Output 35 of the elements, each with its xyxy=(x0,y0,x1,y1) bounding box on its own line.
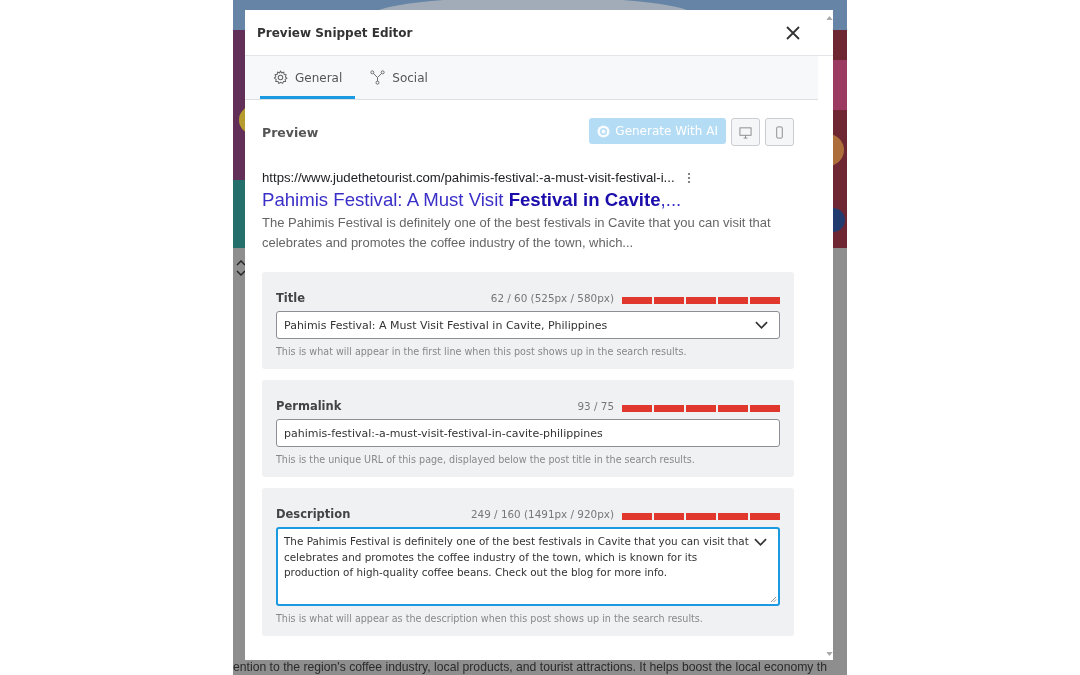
more-icon[interactable] xyxy=(686,171,691,184)
article-text: ention to the region's coffee industry, local products, and tourist attractions. It helps boost the local economy th xyxy=(233,660,827,674)
scroll-down-icon[interactable] xyxy=(825,652,833,656)
snippet-title[interactable]: Pahimis Festival: A Must Visit Festival in Cavite,... xyxy=(262,189,794,211)
close-icon[interactable] xyxy=(785,24,801,41)
snippet-description: The Pahimis Festival is definitely one of the best festivals in Cavite that you can visit that celebrates and promotes the coffee industry of the town, which... xyxy=(262,214,772,252)
title-field[interactable]: Pahimis Festival: A Must Visit Festival in Cavite, Philippines xyxy=(276,311,780,339)
snippet-url: https://www.judethetourist.com/pahimis-festival:-a-must-visit-festival-i... xyxy=(262,170,675,185)
section-heading: Preview xyxy=(262,124,319,140)
mobile-view-button[interactable] xyxy=(765,118,794,146)
ai-icon xyxy=(597,124,611,138)
character-count: 249 / 160 (1491px / 920px) xyxy=(470,508,614,520)
help-text: This is the unique URL of this page, displayed below the post title in the search results. xyxy=(276,454,696,465)
tab[interactable]: General xyxy=(260,56,356,99)
field-label: Permalink xyxy=(276,399,343,413)
field-label: Title xyxy=(276,291,307,305)
help-text: This is what will appear in the first line when this post shows up in the search results. xyxy=(276,346,688,357)
monitor-icon xyxy=(739,125,752,139)
chevron-up-down-icon[interactable] xyxy=(236,258,246,278)
character-count: 93 / 75 xyxy=(577,400,614,412)
branch-icon xyxy=(370,70,386,85)
chevron-down-icon[interactable] xyxy=(755,321,768,329)
character-count: 62 / 60 (525px / 580px) xyxy=(490,292,614,304)
scroll-up-icon[interactable] xyxy=(825,16,833,20)
help-text: This is what will appear as the description when this post shows up in the search results. xyxy=(276,613,704,624)
phone-icon xyxy=(773,125,786,139)
gear-icon xyxy=(273,70,288,85)
field-label: Description xyxy=(276,507,352,521)
dialog-title: Preview Snippet Editor xyxy=(257,25,413,40)
tab[interactable]: Social xyxy=(357,56,441,99)
desktop-view-button[interactable] xyxy=(731,118,760,146)
chevron-down-icon[interactable] xyxy=(754,538,767,546)
resize-handle-icon[interactable] xyxy=(770,596,777,603)
description-field[interactable]: The Pahimis Festival is definitely one of the best festivals in Cavite that you can visit that celebrates and promotes the coffee industry of the town, which is known for its production of high-quality coffee beans. Check out the blog for more info. xyxy=(276,527,780,606)
permalink-field[interactable]: pahimis-festival:-a-must-visit-festival-in-cavite-philippines xyxy=(276,419,780,447)
